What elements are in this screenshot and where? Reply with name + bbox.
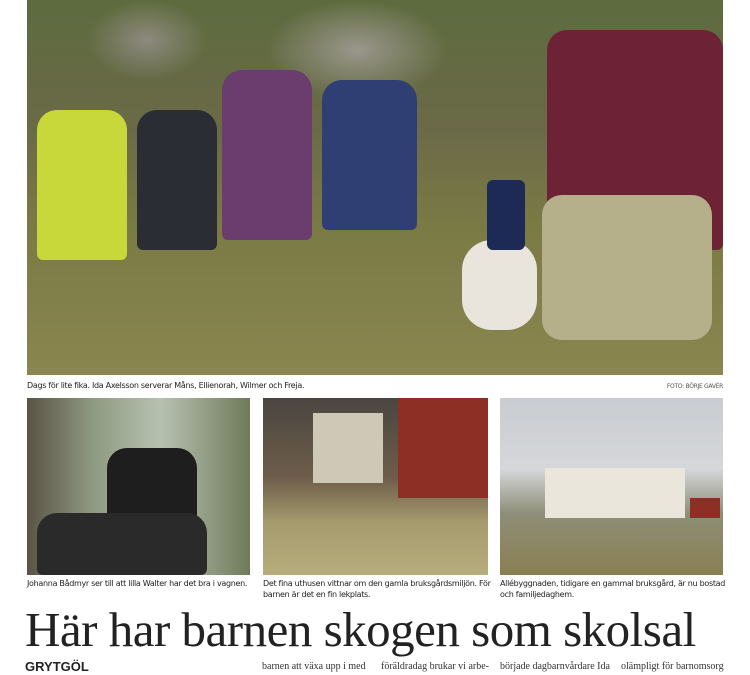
photo-outbuildings [263, 398, 488, 575]
child-figure [137, 110, 217, 250]
white-shed [313, 413, 383, 483]
photo-caption: Johanna Bådmyr ser till att lilla Walter… [27, 579, 248, 588]
photo-caption: Allébyggnaden, tidigare en gammal bruksg… [500, 579, 726, 599]
stroller [37, 513, 207, 575]
red-barn [690, 498, 720, 518]
thermos [487, 180, 525, 250]
body-column: barnen att växa upp i med [262, 661, 366, 672]
body-column: föräldradag brukar vi arbe- [381, 661, 489, 672]
headline: Här har barnen skogen som skolsal [25, 602, 696, 657]
child-figure [37, 110, 127, 260]
photo-credit: FOTO: BÖRJE GAVÉR [666, 383, 723, 390]
red-shed [398, 398, 488, 498]
child-figure [322, 80, 417, 230]
photo-caption: Det fina uthusen vittnar om den gamla br… [263, 579, 491, 599]
main-photo [27, 0, 723, 375]
photo-farmhouse [500, 398, 723, 575]
dateline: GRYTGÖL [25, 659, 89, 674]
plastic-bag [462, 240, 537, 330]
body-column: började dagbarnvårdare Ida [500, 661, 610, 672]
photo-mother-stroller [27, 398, 250, 575]
main-photo-caption: Dags för lite fika. Ida Axelsson servera… [27, 381, 305, 390]
child-figure [222, 70, 312, 240]
body-column: olämpligt för barnomsorg [621, 661, 724, 672]
backpack [542, 195, 712, 340]
house [545, 468, 685, 518]
